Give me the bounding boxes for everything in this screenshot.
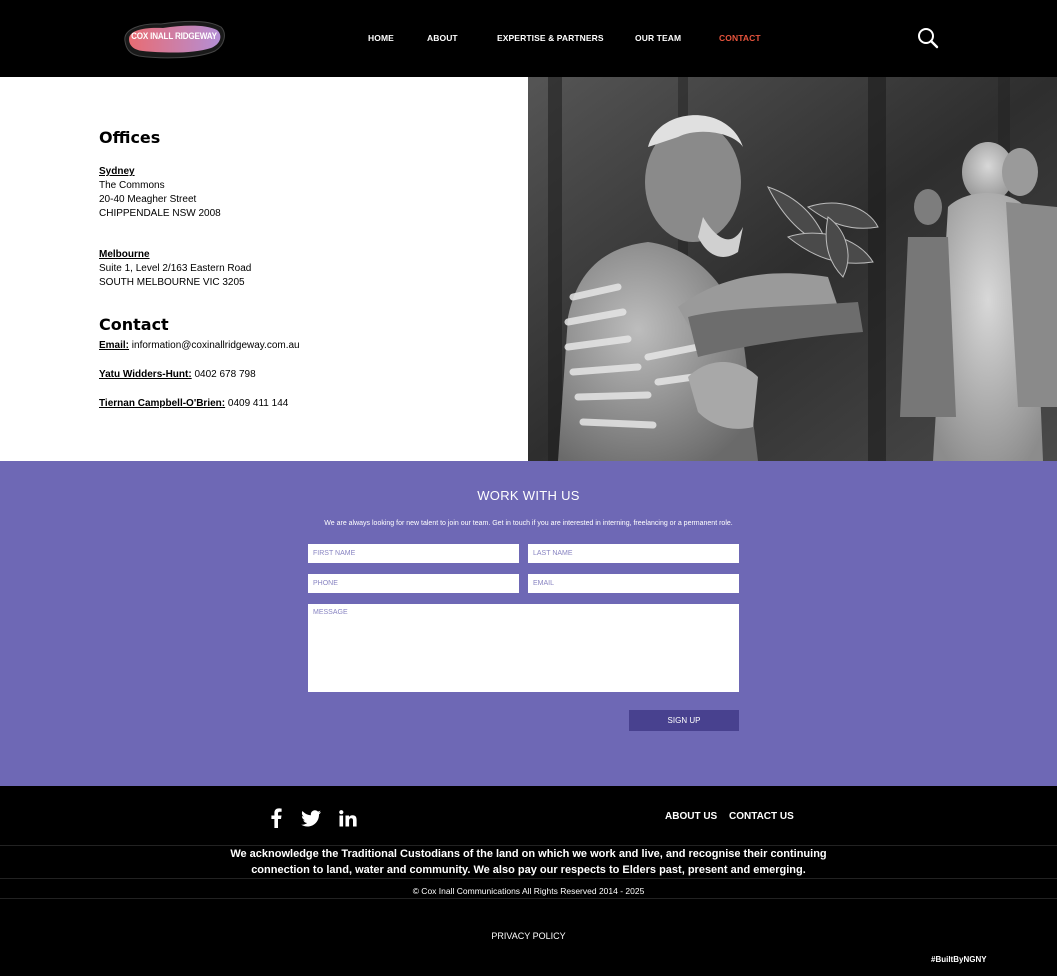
phone-input[interactable] <box>308 574 519 593</box>
nav-about[interactable]: ABOUT <box>427 33 458 43</box>
email-label: Email: <box>99 340 130 351</box>
linkedin-icon[interactable] <box>339 810 357 832</box>
sign-up-button[interactable]: SIGN UP <box>629 710 739 731</box>
site-header: COX INALL RIDGEWAY HOME ABOUT EXPERTISE … <box>0 0 1057 77</box>
logo-text: COX INALL RIDGEWAY <box>131 31 217 42</box>
contact-email: Email: information@coxinallridgeway.com.… <box>99 340 300 351</box>
built-by-credit[interactable]: #BuiltByNGNY <box>931 955 987 964</box>
offices-heading: Offices <box>99 128 161 147</box>
message-textarea[interactable] <box>308 604 739 692</box>
search-icon[interactable] <box>917 27 939 49</box>
facebook-icon[interactable] <box>270 808 282 833</box>
office-city-melbourne: Melbourne <box>99 249 150 260</box>
email-value[interactable]: information@coxinallridgeway.com.au <box>132 340 300 351</box>
nav-our-team[interactable]: OUR TEAM <box>635 33 681 43</box>
footer-divider <box>0 878 1057 879</box>
acknowledgement-line-2: connection to land, water and community.… <box>251 864 806 876</box>
contact-heading: Contact <box>99 315 169 334</box>
ceremony-photo <box>528 77 1057 461</box>
privacy-policy-link[interactable]: PRIVACY POLICY <box>0 931 1057 941</box>
twitter-icon[interactable] <box>301 810 322 832</box>
sydney-address-line: 20-40 Meagher Street <box>99 194 197 205</box>
person-2-name: Tiernan Campbell-O'Brien: <box>99 398 226 409</box>
copyright-text: © Cox Inall Communications All Rights Re… <box>412 886 645 896</box>
office-city-sydney: Sydney <box>99 166 135 177</box>
footer-about-us-link[interactable]: ABOUT US <box>665 811 717 822</box>
nav-contact[interactable]: CONTACT <box>719 33 761 43</box>
work-with-us-section: WORK WITH US We are always looking for n… <box>0 461 1057 786</box>
melbourne-address-line: SOUTH MELBOURNE VIC 3205 <box>99 277 245 288</box>
footer-divider <box>0 898 1057 899</box>
logo[interactable]: COX INALL RIDGEWAY <box>121 15 227 63</box>
first-name-input[interactable] <box>308 544 519 563</box>
work-with-us-heading: WORK WITH US <box>477 488 580 503</box>
email-input[interactable] <box>528 574 739 593</box>
melbourne-address-line: Suite 1, Level 2/163 Eastern Road <box>99 263 252 274</box>
work-with-us-description: We are always looking for new talent to … <box>324 520 733 527</box>
acknowledgement-of-country: We acknowledge the Traditional Custodian… <box>0 846 1057 878</box>
offices-section: Offices Sydney The Commons 20-40 Meagher… <box>0 77 528 461</box>
contact-person-1: Yatu Widders-Hunt: 0402 678 798 <box>99 369 256 380</box>
nav-expertise-partners[interactable]: EXPERTISE & PARTNERS <box>497 33 604 43</box>
last-name-input[interactable] <box>528 544 739 563</box>
person-1-name: Yatu Widders-Hunt: <box>99 369 192 380</box>
person-2-phone[interactable]: 0409 411 144 <box>228 398 288 409</box>
footer-contact-us-link[interactable]: CONTACT US <box>729 811 794 822</box>
sydney-address-line: CHIPPENDALE NSW 2008 <box>99 208 221 219</box>
nav-home[interactable]: HOME <box>368 33 394 43</box>
sydney-address-line: The Commons <box>99 180 165 191</box>
contact-person-2: Tiernan Campbell-O'Brien: 0409 411 144 <box>99 398 288 409</box>
person-1-phone[interactable]: 0402 678 798 <box>194 369 255 380</box>
acknowledgement-line-1: We acknowledge the Traditional Custodian… <box>230 848 827 860</box>
site-footer: ABOUT US CONTACT US We acknowledge the T… <box>0 786 1057 976</box>
